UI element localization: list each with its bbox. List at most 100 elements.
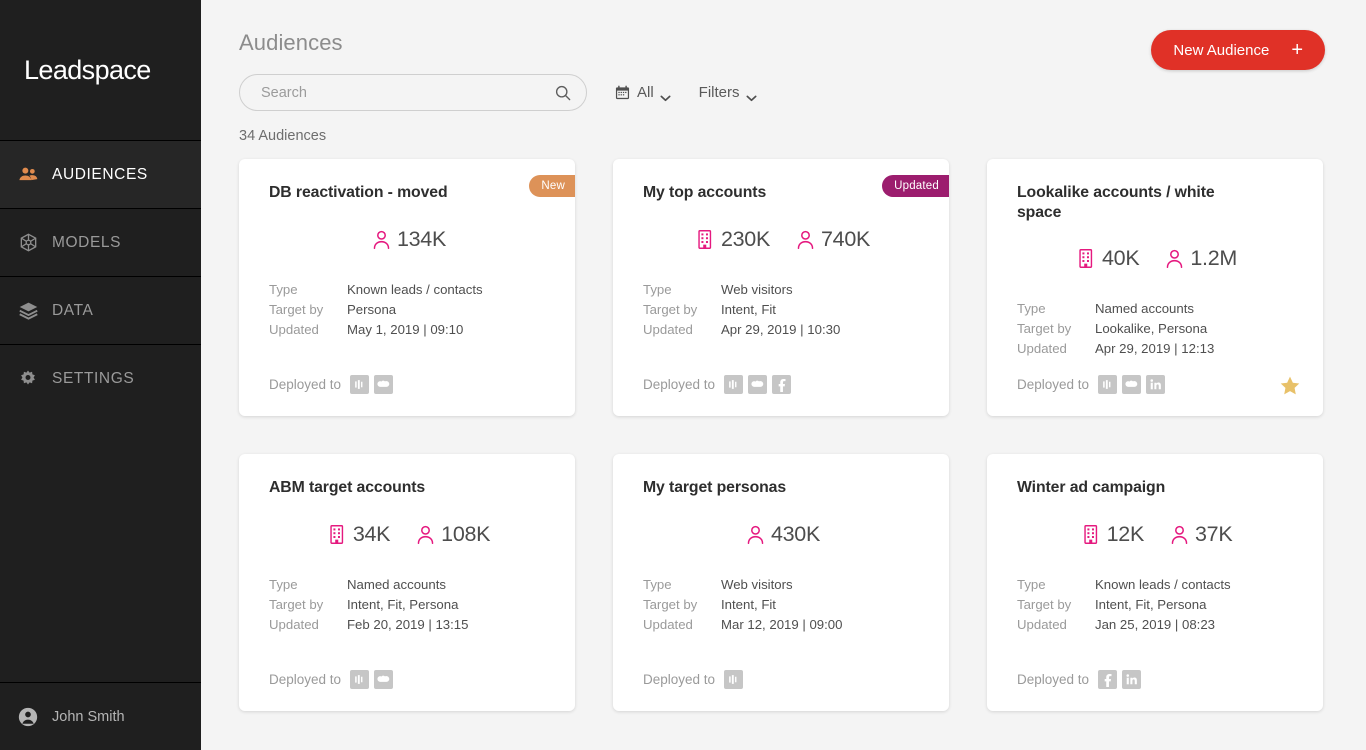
detail-label-target-by: Target by <box>1017 595 1095 615</box>
accounts-metric: 34K <box>328 522 390 547</box>
new-audience-button[interactable]: New Audience + <box>1151 30 1325 70</box>
detail-label-target-by: Target by <box>643 300 721 320</box>
person-icon <box>796 229 815 250</box>
deployed-to-label: Deployed to <box>269 672 341 687</box>
building-icon <box>1082 524 1101 545</box>
person-icon <box>1170 524 1189 545</box>
audience-card-grid: DB reactivation - movedNew134K Type Know… <box>239 159 1325 711</box>
detail-row-updated: Updated Apr 29, 2019 | 10:30 <box>643 320 923 340</box>
detail-row-target-by: Target by Lookalike, Persona <box>1017 319 1297 339</box>
deployed-to: Deployed to <box>1017 375 1165 394</box>
audience-card-title: ABM target accounts <box>269 478 549 498</box>
filters-dropdown[interactable]: Filters <box>699 74 757 111</box>
detail-label-type: Type <box>1017 575 1095 595</box>
people-metric: 108K <box>416 522 490 547</box>
search-box[interactable] <box>239 74 587 111</box>
date-filter-label: All <box>637 84 654 101</box>
favorite-star-icon[interactable] <box>1279 375 1301 397</box>
brand-logo[interactable]: Leadspace <box>0 0 201 140</box>
audience-card[interactable]: ABM target accounts 34K 108K Type Named ac… <box>239 454 575 711</box>
person-icon <box>746 524 765 545</box>
deployed-icon-list <box>350 375 393 394</box>
people-value: 108K <box>441 522 490 547</box>
salesforce-icon[interactable] <box>374 375 393 394</box>
sidebar-item-data[interactable]: DATA <box>0 276 201 344</box>
marketo-icon[interactable] <box>350 375 369 394</box>
detail-row-type: Type Web visitors <box>643 280 923 300</box>
sidebar-item-label: MODELS <box>52 235 121 251</box>
detail-row-target-by: Target by Intent, Fit, Persona <box>1017 595 1297 615</box>
detail-row-updated: Updated Jan 25, 2019 | 08:23 <box>1017 615 1297 635</box>
facebook-icon[interactable] <box>772 375 791 394</box>
detail-row-type: Type Web visitors <box>643 575 923 595</box>
sidebar-item-label: SETTINGS <box>52 371 134 387</box>
detail-label-target-by: Target by <box>269 300 347 320</box>
users-icon <box>17 164 39 186</box>
audience-card-title: My target personas <box>643 478 923 498</box>
status-badge: Updated <box>882 175 949 197</box>
audience-details: Type Named accounts Target by Lookalike,… <box>1017 299 1297 359</box>
people-value: 1.2M <box>1190 246 1237 271</box>
audience-details: Type Named accounts Target by Intent, Fi… <box>269 575 549 635</box>
status-badge: New <box>529 175 575 197</box>
audience-card-title: My top accounts <box>643 183 923 203</box>
calendar-icon <box>615 85 630 100</box>
marketo-icon[interactable] <box>1098 375 1117 394</box>
detail-value-updated: Apr 29, 2019 | 12:13 <box>1095 339 1214 359</box>
audience-card[interactable]: Winter ad campaign12K37K Type Known lead… <box>987 454 1323 711</box>
audience-metrics: 34K 108K <box>269 522 549 547</box>
people-value: 37K <box>1195 522 1232 547</box>
sidebar-item-models[interactable]: MODELS <box>0 208 201 276</box>
people-metric: 1.2M <box>1165 246 1237 271</box>
detail-label-type: Type <box>643 575 721 595</box>
salesforce-icon[interactable] <box>1122 375 1141 394</box>
filters-label: Filters <box>699 84 740 101</box>
linkedin-icon[interactable] <box>1146 375 1165 394</box>
deployed-to: Deployed to <box>643 670 743 689</box>
date-filter-dropdown[interactable]: All <box>615 74 671 111</box>
audience-card[interactable]: My top accountsUpdated230K740K Type Web … <box>613 159 949 416</box>
audience-card[interactable]: Lookalike accounts / white space40K1.2M … <box>987 159 1323 416</box>
sidebar-item-settings[interactable]: SETTINGS <box>0 344 201 412</box>
sidebar-item-audiences[interactable]: AUDIENCES <box>0 140 201 208</box>
marketo-icon[interactable] <box>350 670 369 689</box>
audience-card[interactable]: DB reactivation - movedNew134K Type Know… <box>239 159 575 416</box>
sidebar-user[interactable]: John Smith <box>0 682 201 750</box>
facebook-icon[interactable] <box>1098 670 1117 689</box>
deployed-icon-list <box>350 670 393 689</box>
people-value: 430K <box>771 522 820 547</box>
audience-card[interactable]: My target personas 430K Type Web visitors… <box>613 454 949 711</box>
detail-row-target-by: Target by Persona <box>269 300 549 320</box>
marketo-icon[interactable] <box>724 670 743 689</box>
deployed-icon-list <box>724 670 743 689</box>
accounts-value: 40K <box>1102 246 1139 271</box>
detail-label-updated: Updated <box>643 320 721 340</box>
accounts-value: 230K <box>721 227 770 252</box>
people-value: 134K <box>397 227 446 252</box>
audience-details: Type Web visitors Target by Intent, Fit … <box>643 575 923 635</box>
people-metric: 430K <box>746 522 820 547</box>
main-content: Audiences New Audience + All <box>201 0 1366 750</box>
marketo-icon[interactable] <box>724 375 743 394</box>
deployed-to: Deployed to <box>643 375 791 394</box>
deployed-to-label: Deployed to <box>643 377 715 392</box>
audience-details: Type Known leads / contacts Target by Pe… <box>269 280 549 340</box>
deployed-to-label: Deployed to <box>1017 672 1089 687</box>
deployed-icon-list <box>1098 670 1141 689</box>
app-root: Leadspace AUDIENCES MODELS DATA SETTINGS Jo… <box>0 0 1366 750</box>
sidebar-item-label: DATA <box>52 303 93 319</box>
person-icon <box>416 524 435 545</box>
deployed-to-label: Deployed to <box>269 377 341 392</box>
search-icon[interactable] <box>554 84 572 102</box>
detail-row-updated: Updated Mar 12, 2019 | 09:00 <box>643 615 923 635</box>
detail-value-target-by: Intent, Fit, Persona <box>347 595 458 615</box>
salesforce-icon[interactable] <box>748 375 767 394</box>
detail-row-updated: Updated May 1, 2019 | 09:10 <box>269 320 549 340</box>
audience-metrics: 12K37K <box>1017 522 1297 547</box>
detail-value-type: Web visitors <box>721 280 793 300</box>
chevron-down-icon <box>746 89 757 96</box>
search-input[interactable] <box>261 85 554 101</box>
linkedin-icon[interactable] <box>1122 670 1141 689</box>
deployed-to: Deployed to <box>1017 670 1141 689</box>
salesforce-icon[interactable] <box>374 670 393 689</box>
